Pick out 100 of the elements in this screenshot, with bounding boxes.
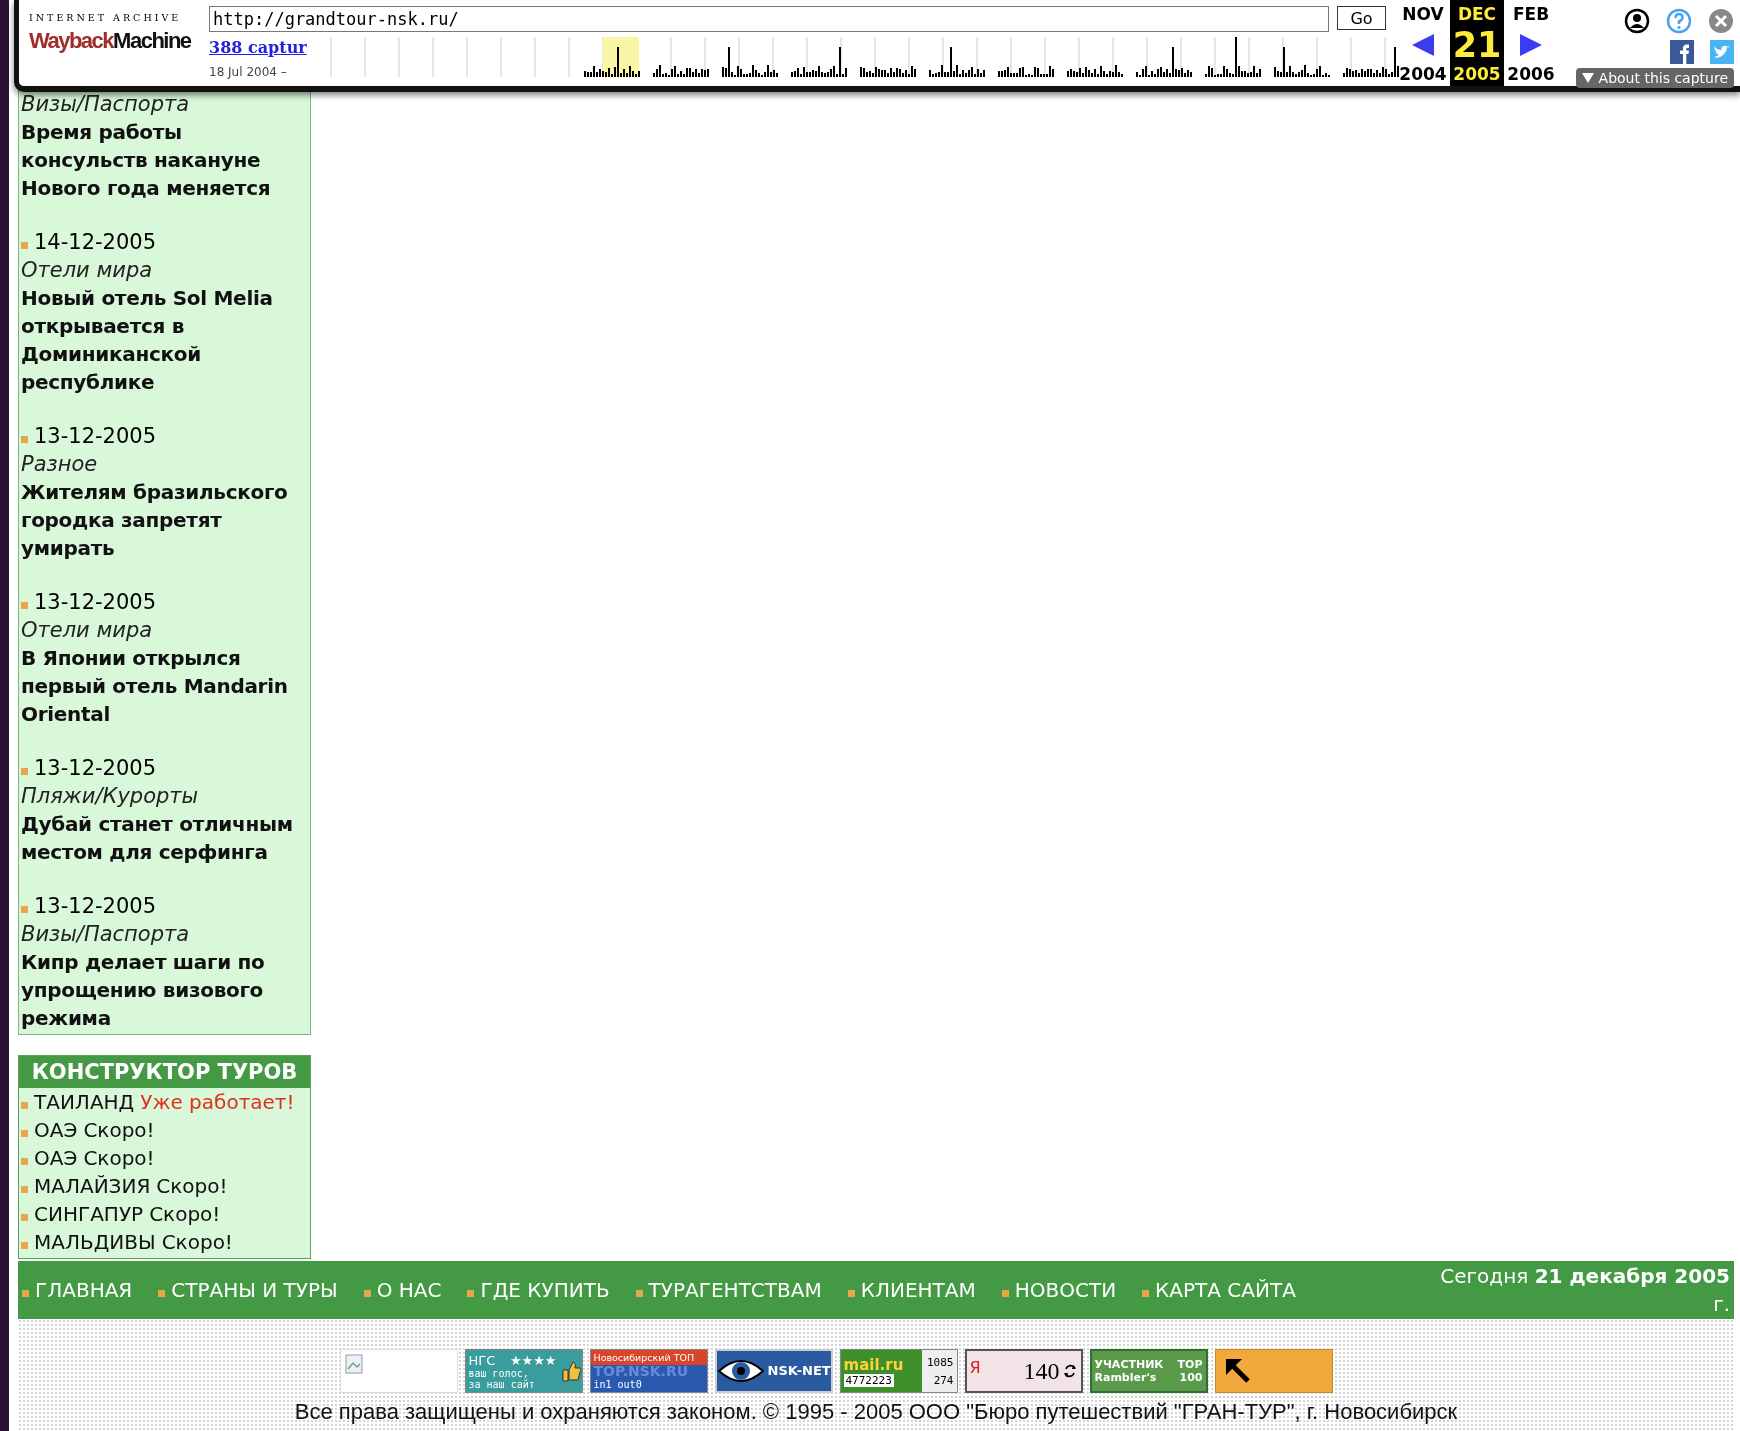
day-number: 21 <box>1452 26 1502 64</box>
news-date: 13-12-2005 <box>34 755 157 782</box>
caret-icon <box>1582 73 1595 83</box>
thumbs-up-icon <box>559 1360 582 1382</box>
status-text: Скоро! <box>156 1173 228 1200</box>
news-date: 13-12-2005 <box>34 423 157 450</box>
status-text: Скоро! <box>149 1201 221 1228</box>
news-date: 14-12-2005 <box>34 229 157 256</box>
counter-banner[interactable] <box>1214 1349 1333 1393</box>
copyright-text: Все права защищены и охраняются законом. © 1995 - 2005 ООО "Бюро путешествий "ГРАН-ТУР", г. Новосибирск <box>294 1399 1458 1425</box>
month-column[interactable]: FEB 2006 <box>1504 0 1558 86</box>
counter-text: 1085 <box>927 1355 954 1371</box>
bullet-icon <box>21 768 28 775</box>
counter-banner[interactable]: mail.ru 1085 4772223 274 <box>839 1349 958 1393</box>
bullet-icon <box>21 1158 28 1165</box>
nav-link[interactable]: КАРТА САЙТА <box>1155 1278 1296 1302</box>
status-text: Скоро! <box>83 1145 155 1172</box>
broken-image-icon <box>344 1354 365 1374</box>
country-link[interactable]: ОАЭ <box>34 1144 78 1172</box>
counter-banner[interactable]: Новосибирский ТОП TOP.NSK.RU in1 out0 <box>589 1349 708 1393</box>
month-label: NOV <box>1402 4 1444 26</box>
status-text: Скоро! <box>83 1117 155 1144</box>
capture-bars[interactable] <box>584 37 1399 77</box>
nav-link[interactable]: О НАС <box>376 1278 442 1302</box>
panel-heading: КОНСТРУКТОР ТУРОВ <box>19 1056 310 1088</box>
month-column[interactable]: DEC 21 2005 <box>1450 0 1504 86</box>
counter-text: ваш голос, <box>468 1367 529 1379</box>
year-label: 2004 <box>1399 64 1447 84</box>
news-category: Визы/Паспорта <box>21 91 191 118</box>
news-title-link[interactable]: Кипр делает шаги по упрощению визового режима <box>21 948 310 1032</box>
wayback-logo[interactable]: WaybackMachine <box>29 23 194 59</box>
bullet-icon <box>467 1290 475 1297</box>
bullet-icon <box>21 602 28 609</box>
status-text: Уже работает! <box>140 1089 295 1116</box>
counter-text: TOP.NSK.RU <box>593 1363 689 1379</box>
counter-text: TOP <box>1177 1358 1203 1371</box>
country-link[interactable]: МАЛЬДИВЫ <box>34 1228 156 1256</box>
counter-text: 4772223 <box>843 1373 894 1387</box>
bullet-icon <box>158 1290 166 1297</box>
url-field[interactable]: http://grandtour-nsk.ru/ <box>209 6 1329 32</box>
year-label: 2005 <box>1453 64 1501 84</box>
counter-text: NSK-NET <box>767 1362 831 1378</box>
counter-text: in1 out0 <box>593 1379 642 1390</box>
refresh-icon <box>1062 1363 1077 1379</box>
counter-text: 140 <box>1023 1357 1060 1385</box>
archive-label: INTERNET ARCHIVE <box>29 12 183 23</box>
next-arrow-icon <box>1520 34 1542 56</box>
news-title-link[interactable]: Новый отель Sol Melia открывается в Доминиканской республике <box>21 284 310 396</box>
bullet-icon <box>22 1290 29 1297</box>
bullet-icon <box>21 242 28 249</box>
previous-arrow-icon <box>1412 34 1434 56</box>
counter-text: Я <box>969 1357 981 1379</box>
nav-link[interactable]: СТРАНЫ И ТУРЫ <box>171 1278 338 1302</box>
go-button[interactable]: Go <box>1337 6 1386 30</box>
status-text: Скоро! <box>161 1229 233 1256</box>
news-category: Разное <box>21 451 99 478</box>
about-capture-button[interactable]: About this capture <box>1576 68 1734 88</box>
counter-text: за наш сайт <box>468 1378 535 1390</box>
counter-banner[interactable]: Я 140 <box>964 1349 1083 1393</box>
counter-text: ★★★★ <box>509 1352 557 1368</box>
nav-link[interactable]: ГЛАВНАЯ <box>35 1278 133 1302</box>
bullet-icon <box>847 1290 855 1297</box>
nav-link[interactable]: КЛИЕНТАМ <box>860 1278 976 1302</box>
country-link[interactable]: ТАИЛАНД <box>34 1088 135 1116</box>
country-link[interactable]: ОАЭ <box>34 1116 78 1144</box>
bullet-icon <box>363 1290 371 1297</box>
bullet-icon <box>1142 1290 1150 1297</box>
bullet-icon <box>21 1214 28 1221</box>
user-icon <box>1624 8 1650 34</box>
bullet-icon <box>21 1242 28 1249</box>
news-title-link[interactable]: Жителям бразильского городка запретят умирать <box>21 478 310 562</box>
counter-banner[interactable]: NSK-NET <box>714 1349 833 1393</box>
counter-text: Новосибирский ТОП <box>593 1352 695 1363</box>
nav-link[interactable]: ТУРАГЕНТСТВАМ <box>648 1278 822 1302</box>
year-label: 2006 <box>1507 64 1555 84</box>
nav-link[interactable]: ГДЕ КУПИТЬ <box>480 1278 610 1302</box>
close-icon <box>1708 8 1734 34</box>
bullet-icon <box>21 1102 28 1109</box>
month-label: FEB <box>1512 4 1550 26</box>
bullet-icon <box>635 1290 643 1297</box>
news-category: Отели мира <box>21 257 154 284</box>
bullet-icon <box>21 436 28 443</box>
counter-text: Rambler's <box>1094 1371 1157 1384</box>
news-category: Отели мира <box>21 617 154 644</box>
nav-link[interactable]: НОВОСТИ <box>1014 1278 1117 1302</box>
captures-link[interactable]: 388 captur <box>209 38 307 57</box>
facebook-icon <box>1670 40 1694 64</box>
counter-text: УЧАСТНИК <box>1094 1358 1164 1371</box>
counter-text: mail.ru <box>843 1355 904 1374</box>
bullet-icon <box>1001 1290 1009 1297</box>
twitter-icon <box>1710 40 1734 64</box>
country-link[interactable]: СИНГАПУР <box>34 1200 144 1228</box>
help-icon <box>1666 8 1692 34</box>
month-column[interactable]: NOV 2004 <box>1396 0 1450 86</box>
bullet-icon <box>21 906 28 913</box>
news-title-link[interactable]: В Японии открылся первый отель Mandarin Oriental <box>21 644 310 728</box>
news-title-link[interactable]: Дубай станет отличным местом для серфинга <box>21 810 310 866</box>
news-title-link[interactable]: Время работы консульств накануне Нового года меняется <box>21 118 310 202</box>
country-link[interactable]: МАЛАЙЗИЯ <box>34 1172 151 1200</box>
arrow-icon <box>1223 1357 1252 1385</box>
